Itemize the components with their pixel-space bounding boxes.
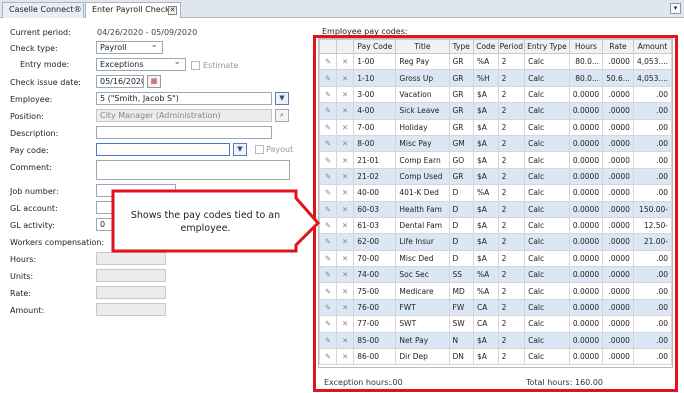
chevron-down-icon[interactable]: ▾ [670,3,681,14]
highlight-frame [313,35,678,392]
estimate-label: Estimate [203,61,239,70]
gl-activity-label: GL activity: [10,221,55,230]
units-input [96,269,166,282]
calendar-icon[interactable]: ▦ [147,75,161,88]
description-input[interactable] [96,126,272,139]
payout-checkbox[interactable] [255,145,264,154]
entry-mode-select[interactable]: Exceptions [96,58,186,71]
check-type-select[interactable]: Payroll [96,41,163,54]
current-period-value: 04/26/2020 - 05/09/2020 [97,28,198,37]
payout-label: Payout [266,145,294,154]
job-number-label: Job number: [10,187,59,196]
binoculars-icon[interactable]: ⌕ [275,109,289,122]
rate-label: Rate: [10,289,32,298]
employee-dropdown-button[interactable]: ▼ [275,92,289,105]
tab-enter-payroll-checks[interactable]: Enter Payroll Checks ✕ [85,2,181,18]
tab-caselle-connect[interactable]: Caselle Connect® [2,2,84,18]
comment-input[interactable] [96,160,290,180]
position-label: Position: [10,112,44,121]
employee-input[interactable]: 5 ("Smith, Jacob S") [96,92,272,105]
check-issue-date-input[interactable]: 05/16/2020 [96,75,144,88]
current-period-label: Current period: [10,28,71,37]
units-label: Units: [10,272,34,281]
hours-label: Hours: [10,255,37,264]
entry-mode-label: Entry mode: [20,60,70,69]
rate-input [96,286,166,299]
gl-account-label: GL account: [10,204,58,213]
estimate-checkbox[interactable] [191,61,200,70]
description-label: Description: [10,129,59,138]
callout-text: Shows the pay codes tied to an employee. [130,210,281,234]
check-type-label: Check type: [10,44,58,53]
workers-comp-label: Workers compensation: [10,238,105,247]
pay-code-label: Pay code: [10,146,49,155]
position-input: City Manager (Administration) [96,109,272,122]
amount-label: Amount: [10,306,45,315]
payroll-panel: Current period: 04/26/2020 - 05/09/2020 … [0,18,684,393]
pay-code-input[interactable] [96,143,230,156]
tab-bar: Caselle Connect® Enter Payroll Checks ✕ ▾ [0,0,684,18]
pay-code-dropdown-button[interactable]: ▼ [233,143,247,156]
hours-input [96,252,166,265]
check-issue-date-label: Check issue date: [10,78,81,87]
amount-input [96,303,166,316]
close-icon[interactable]: ✕ [168,6,177,15]
comment-label: Comment: [10,163,52,172]
employee-label: Employee: [10,95,53,104]
